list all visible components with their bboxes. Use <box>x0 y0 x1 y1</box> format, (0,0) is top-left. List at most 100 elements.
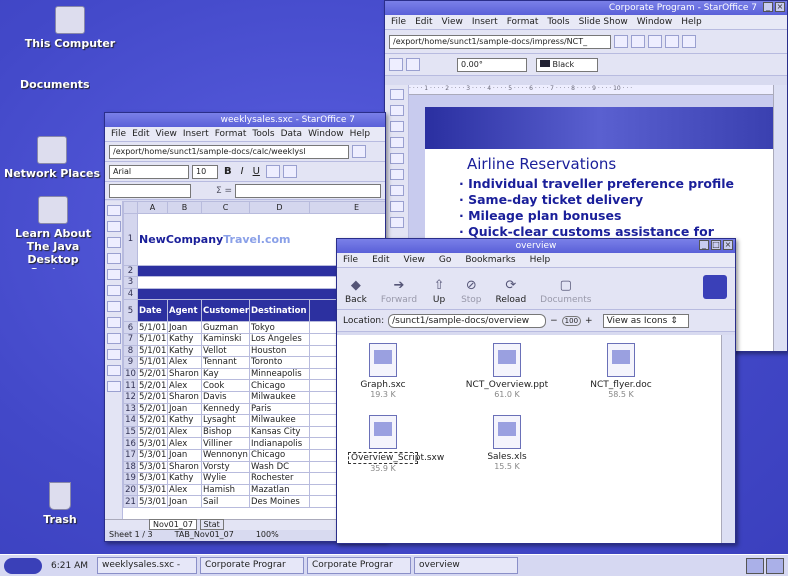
impress-url-field[interactable]: /export/home/sunct1/sample-docs/impress/… <box>389 34 611 49</box>
row-header[interactable]: 15 <box>123 425 138 439</box>
menu-slideshow[interactable]: Slide Show <box>579 15 628 29</box>
table-cell[interactable]: Sharon <box>167 390 202 404</box>
table-cell[interactable]: Los Angeles <box>249 332 310 346</box>
table-cell[interactable]: Alex <box>167 379 202 392</box>
menu-help[interactable]: Help <box>681 15 702 29</box>
stop-button[interactable]: ⊘ Stop <box>461 279 481 306</box>
save-icon[interactable] <box>631 35 645 48</box>
file-item[interactable]: NCT_flyer.doc 58.5 K <box>577 343 665 399</box>
row-header[interactable]: 16 <box>123 437 138 450</box>
corner-cell[interactable] <box>123 201 138 214</box>
zoom-out-icon[interactable]: − <box>550 316 558 326</box>
table-cell[interactable]: Cook <box>201 379 250 392</box>
table-cell[interactable]: Chicago <box>249 379 310 392</box>
tool-icon[interactable] <box>106 221 121 232</box>
row-header[interactable]: 21 <box>123 495 138 508</box>
column-header[interactable]: D <box>249 201 310 214</box>
menu-tools[interactable]: Tools <box>252 127 274 141</box>
align-center-icon[interactable] <box>282 165 297 178</box>
table-cell[interactable]: Kansas City <box>249 425 310 439</box>
row-header[interactable]: 17 <box>123 448 138 462</box>
table-cell[interactable]: 5/3/01 <box>137 472 168 485</box>
menu-insert[interactable]: Insert <box>472 15 498 29</box>
maximize-icon[interactable]: □ <box>711 240 721 250</box>
table-cell[interactable]: Kathy <box>167 414 202 427</box>
table-cell[interactable]: Houston <box>249 344 310 358</box>
table-cell[interactable]: Joan <box>167 321 202 334</box>
table-cell[interactable]: Wash DC <box>249 460 310 474</box>
menu-view[interactable]: View <box>404 253 425 267</box>
table-cell[interactable]: Minneapolis <box>249 367 310 381</box>
header-cell[interactable]: Destination <box>249 299 310 323</box>
underline-button[interactable]: U <box>250 166 263 177</box>
table-cell[interactable]: Wylie <box>201 472 250 485</box>
connector-tool-icon[interactable] <box>389 217 404 228</box>
tool-icon[interactable] <box>106 333 121 344</box>
task-button-impress-2[interactable]: Corporate Prograr <box>307 557 411 574</box>
menu-insert[interactable]: Insert <box>183 127 209 141</box>
menu-go[interactable]: Go <box>439 253 451 267</box>
desktop-icon-trash[interactable]: Trash <box>20 482 100 526</box>
menu-format[interactable]: Format <box>215 127 247 141</box>
table-cell[interactable]: Alex <box>167 437 202 450</box>
desktop-icon-learn-java[interactable]: Learn About The Java Desktop System <box>4 196 102 269</box>
table-cell[interactable]: Paris <box>249 402 310 416</box>
table-cell[interactable]: Hamish <box>201 483 250 497</box>
desktop-icon-this-computer[interactable]: This Computer <box>20 6 120 50</box>
row-header[interactable]: 20 <box>123 483 138 497</box>
table-cell[interactable]: Joan <box>167 448 202 462</box>
impress-titlebar[interactable]: Corporate Program - StarOffice 7 <box>385 1 787 15</box>
column-header[interactable]: A <box>137 201 168 214</box>
menu-window[interactable]: Window <box>637 15 673 29</box>
table-cell[interactable]: Kathy <box>167 472 202 485</box>
table-cell[interactable]: Joan <box>167 402 202 416</box>
3d-tool-icon[interactable] <box>389 169 404 180</box>
table-cell[interactable]: Davis <box>201 390 250 404</box>
table-cell[interactable]: Milwaukee <box>249 414 310 427</box>
table-cell[interactable]: 5/1/01 <box>137 356 168 369</box>
menu-file[interactable]: File <box>343 253 358 267</box>
menu-format[interactable]: Format <box>507 15 539 29</box>
print-icon[interactable] <box>665 35 679 48</box>
arrow-style-icon[interactable] <box>406 58 420 71</box>
tool-icon[interactable] <box>106 269 121 280</box>
table-cell[interactable]: Kathy <box>167 332 202 346</box>
table-cell[interactable]: Bishop <box>201 425 250 439</box>
table-cell[interactable]: Lysaght <box>201 414 250 427</box>
file-icon-view[interactable]: Graph.sxc 19.3 K NCT_Overview.ppt 61.0 K… <box>337 335 721 543</box>
select-tool-icon[interactable] <box>389 89 404 100</box>
table-cell[interactable]: 5/2/01 <box>137 425 168 439</box>
column-header[interactable]: B <box>167 201 202 214</box>
table-cell[interactable]: 5/1/01 <box>137 321 168 334</box>
table-cell[interactable]: Joan <box>167 495 202 508</box>
row-header[interactable]: 10 <box>123 367 138 381</box>
impress-vertical-scrollbar[interactable] <box>773 85 787 351</box>
menu-data[interactable]: Data <box>281 127 303 141</box>
menu-file[interactable]: File <box>391 15 406 29</box>
table-cell[interactable]: Indianapolis <box>249 437 310 450</box>
forward-button[interactable]: ➔ Forward <box>381 279 417 306</box>
file-item[interactable]: NCT_Overview.ppt 61.0 K <box>459 343 555 399</box>
font-name-select[interactable]: Arial <box>109 164 189 179</box>
line-tool-icon[interactable] <box>389 201 404 212</box>
reload-button[interactable]: ⟳ Reload <box>496 279 527 306</box>
table-cell[interactable]: Kay <box>201 367 250 381</box>
location-input[interactable]: /sunct1/sample-docs/overview <box>388 313 547 328</box>
row-header[interactable]: 11 <box>123 379 138 392</box>
table-cell[interactable]: Chicago <box>249 448 310 462</box>
menu-view[interactable]: View <box>442 15 463 29</box>
table-cell[interactable]: 5/2/01 <box>137 379 168 392</box>
row-header[interactable]: 4 <box>123 287 138 301</box>
table-cell[interactable]: 5/3/01 <box>137 448 168 462</box>
tool-icon[interactable] <box>106 237 121 248</box>
menu-help[interactable]: Help <box>530 253 551 267</box>
table-cell[interactable]: 5/3/01 <box>137 495 168 508</box>
table-cell[interactable]: Alex <box>167 356 202 369</box>
row-header[interactable]: 12 <box>123 390 138 404</box>
row-header[interactable]: 13 <box>123 402 138 416</box>
table-cell[interactable]: Villiner <box>201 437 250 450</box>
task-button-impress[interactable]: Corporate Prograr <box>200 557 304 574</box>
header-cell[interactable]: Customer <box>201 299 250 323</box>
name-box[interactable] <box>109 183 191 198</box>
menu-help[interactable]: Help <box>350 127 371 141</box>
